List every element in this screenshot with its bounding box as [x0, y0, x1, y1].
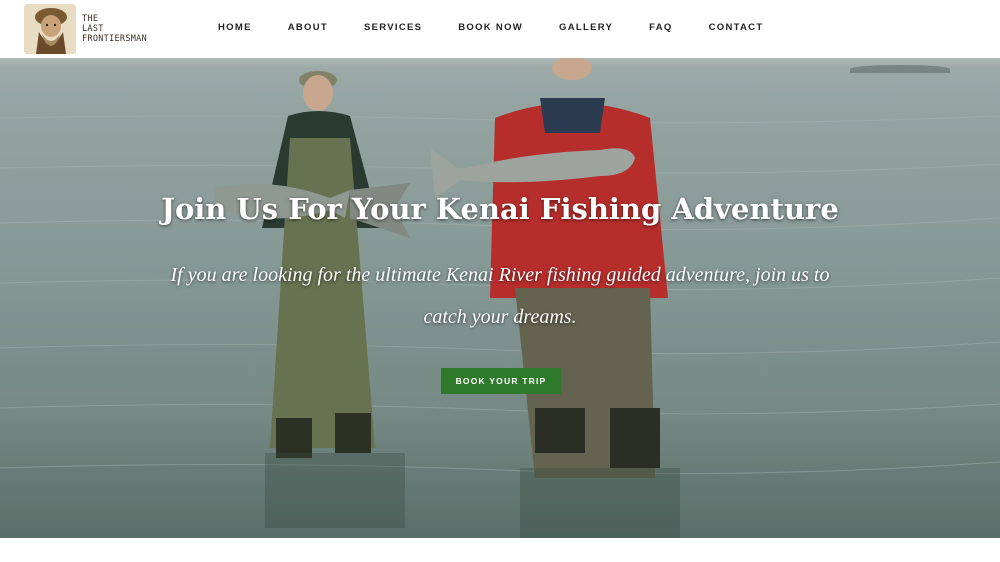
page-below-hero: [0, 538, 1000, 562]
nav-services[interactable]: SERVICES: [364, 22, 422, 33]
logo-wordmark: THE LAST FRONTIERSMAN: [82, 14, 148, 44]
nav-book-now[interactable]: BOOK NOW: [458, 22, 523, 33]
nav-faq[interactable]: FAQ: [649, 22, 672, 33]
nav-about[interactable]: ABOUT: [288, 22, 328, 33]
main-nav: HOME ABOUT SERVICES BOOK NOW GALLERY FAQ…: [218, 22, 763, 33]
nav-home[interactable]: HOME: [218, 22, 252, 33]
hero-subtitle: If you are looking for the ultimate Kena…: [170, 264, 830, 328]
hero-banner: Join Us For Your Kenai Fishing Adventure…: [0, 58, 1000, 538]
book-your-trip-button[interactable]: BOOK YOUR TRIP: [441, 368, 561, 394]
nav-gallery[interactable]: GALLERY: [559, 22, 613, 33]
nav-contact[interactable]: CONTACT: [709, 22, 764, 33]
site-logo[interactable]: THE LAST FRONTIERSMAN: [24, 3, 154, 55]
hero-title: Join Us For Your Kenai Fishing Adventure: [161, 192, 839, 226]
site-header: THE LAST FRONTIERSMAN HOME ABOUT SERVICE…: [0, 0, 1000, 58]
frontiersman-portrait-icon: [24, 4, 76, 54]
